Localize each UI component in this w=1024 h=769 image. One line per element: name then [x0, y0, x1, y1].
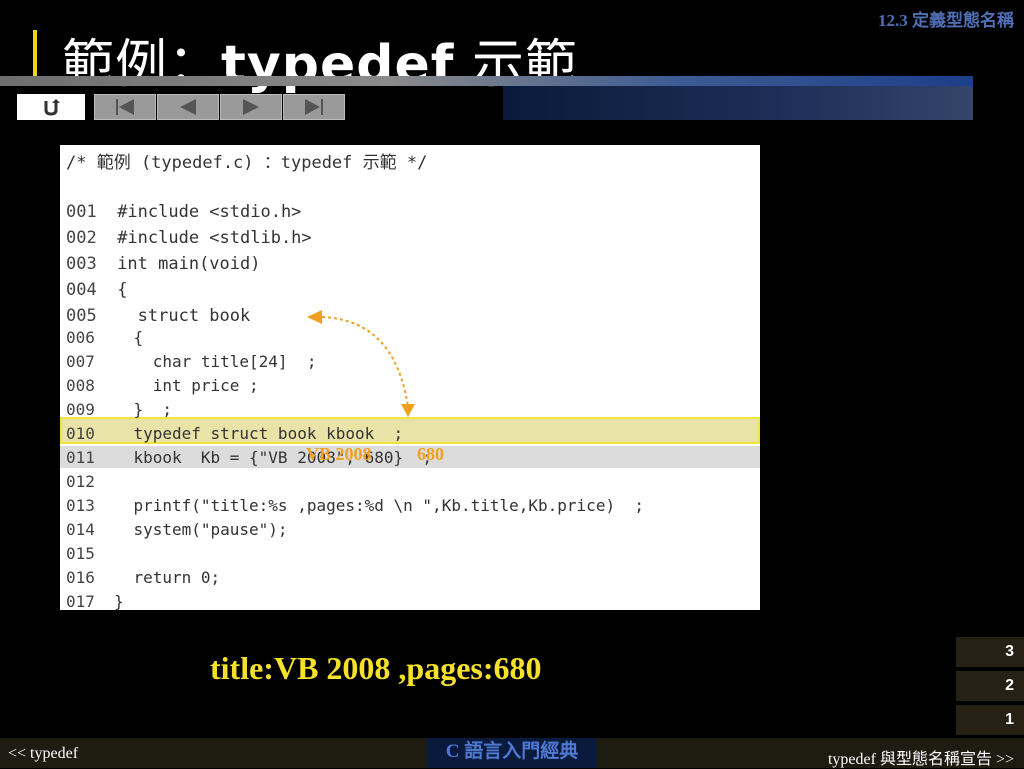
previous-slide-button[interactable]: [157, 94, 219, 120]
title-prefix: 範例：: [62, 35, 222, 95]
page-button-1[interactable]: 1: [956, 705, 1024, 735]
title-divider: [0, 76, 973, 86]
skip-last-icon: [305, 99, 323, 115]
footer-bar: << typedef C 語言入門經典 typedef 與型態名稱宣告 >>: [0, 738, 1024, 768]
previous-topic-link[interactable]: << typedef: [8, 745, 78, 763]
return-icon: [44, 99, 60, 116]
next-icon: [243, 99, 259, 115]
last-slide-button[interactable]: [283, 94, 345, 120]
page-button-2[interactable]: 2: [956, 671, 1024, 701]
previous-icon: [180, 99, 196, 115]
first-slide-button[interactable]: [94, 94, 156, 120]
next-slide-button[interactable]: [220, 94, 282, 120]
reference-arrow: [307, 310, 415, 417]
decorative-panel: [503, 86, 973, 120]
skip-first-icon: [116, 99, 134, 115]
section-label: 12.3 定義型態名稱: [878, 11, 1014, 30]
program-output: title:VB 2008 ,pages:680: [210, 650, 542, 686]
title-code: typedef: [221, 35, 455, 95]
return-button[interactable]: [17, 94, 85, 120]
page-button-3[interactable]: 3: [956, 637, 1024, 667]
title-accent-bar: [33, 30, 37, 80]
book-title: C 語言入門經典: [427, 738, 597, 768]
next-topic-link[interactable]: typedef 與型態名稱宣告 >>: [828, 745, 1014, 769]
code-listing: /* 範例 (typedef.c) ：typedef 示範 */ 001 #in…: [60, 145, 760, 611]
arrow-head-left-icon: [307, 310, 322, 324]
arrow-head-down-icon: [401, 404, 415, 417]
slide-navigation: [17, 94, 346, 120]
